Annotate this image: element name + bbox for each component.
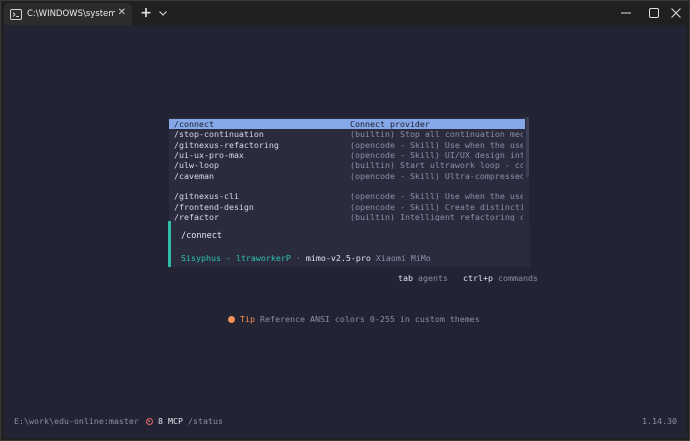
- version-label: 1.14.30: [642, 416, 677, 426]
- tab-title: C:\WINDOWS\system32\cmd.e: [27, 9, 115, 19]
- hint-ctrlp-key: ctrl+p: [462, 273, 493, 283]
- prompt-status: Sisyphus - ltraworkerP · mimo-v2.5-pro X…: [181, 253, 431, 263]
- footer-path: E:\work\edu-online:master: [14, 416, 139, 426]
- tip-line: Tip Reference ANSI colors 0-255 in custo…: [228, 314, 480, 324]
- minimize-button[interactable]: [612, 0, 640, 25]
- palette-item[interactable]: /connect Connect provider: [169, 119, 525, 129]
- tip-text: Reference ANSI colors 0-255 in custom th…: [260, 314, 480, 324]
- palette-item[interactable]: /caveman (opencode - Skill) Ultra-compre…: [169, 171, 525, 181]
- title-bar: C:\WINDOWS\system32\cmd.e ✕ +: [0, 0, 690, 25]
- tab-close-icon[interactable]: ✕: [118, 7, 126, 19]
- scrollbar-thumb[interactable]: [526, 117, 529, 177]
- palette-item[interactable]: /gitnexus-refactoring (opencode - Skill)…: [169, 140, 525, 150]
- mcp-status-icon: [146, 417, 153, 425]
- mcp-count: 8 MCP: [158, 416, 183, 426]
- mcp-status-cmd: /status: [187, 416, 223, 426]
- close-icon: [671, 7, 681, 18]
- keyboard-hints: tab agents ctrl+p commands: [398, 273, 538, 283]
- palette-scrollbar[interactable]: [526, 117, 529, 221]
- command-palette: /connect Connect provider /stop-continua…: [169, 117, 529, 222]
- new-tab-button[interactable]: +: [138, 5, 154, 21]
- chevron-down-icon: [159, 10, 167, 16]
- tab-dropdown-button[interactable]: [156, 5, 170, 21]
- separator: ·: [295, 253, 301, 263]
- prompt-input[interactable]: /connect: [181, 231, 222, 241]
- palette-item[interactable]: /ulw-loop (builtin) Start ultrawork loop…: [169, 160, 525, 170]
- model-name[interactable]: mimo-v2.5-pro: [306, 253, 371, 263]
- agent-name[interactable]: Sisyphus - ltraworkerP: [181, 253, 291, 263]
- hint-tab-key: tab: [398, 273, 413, 283]
- palette-item[interactable]: /ui-ux-pro-max (opencode - Skill) UI/UX …: [169, 150, 525, 160]
- hint-ctrlp-label: commands: [497, 273, 538, 283]
- minimize-icon: [621, 12, 631, 13]
- palette-item[interactable]: /frontend-design (opencode - Skill) Crea…: [169, 202, 525, 212]
- maximize-icon: [649, 7, 659, 18]
- prompt-box[interactable]: /connect Sisyphus - ltraworkerP · mimo-v…: [168, 221, 530, 267]
- hint-tab-label: agents: [418, 273, 448, 283]
- palette-item[interactable]: /gitnexus-cli (opencode - Skill) Use whe…: [169, 191, 525, 201]
- tip-dot-icon: [228, 315, 235, 323]
- palette-item[interactable]: /stop-continuation (builtin) Stop all co…: [169, 129, 525, 139]
- terminal-icon: [10, 8, 22, 20]
- footer-mcp[interactable]: 8 MCP /status: [146, 416, 223, 426]
- terminal-area[interactable]: /connect Connect provider /stop-continua…: [4, 25, 687, 438]
- provider-name: Xiaomi MiMo: [375, 253, 431, 263]
- tab-cmd[interactable]: C:\WINDOWS\system32\cmd.e ✕: [4, 3, 132, 25]
- tip-label: Tip: [240, 314, 255, 324]
- close-button[interactable]: [662, 0, 690, 25]
